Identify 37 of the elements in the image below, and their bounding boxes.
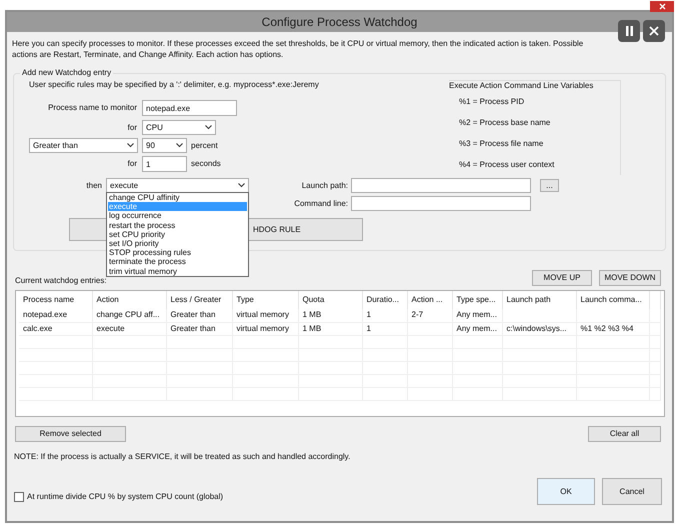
field-label: Launch path: — [302, 180, 348, 190]
panel-title: Execute Action Command Line Variables — [449, 81, 594, 90]
field-label: for — [128, 122, 137, 132]
variable-text: %2 = Process base name — [459, 118, 550, 127]
variable-text: %3 = Process file name — [459, 139, 544, 148]
table-cell: 1 MB — [298, 309, 362, 322]
table-cell: Any mem... — [452, 322, 502, 335]
hint-text: User specific rules may be specified by a ':' delimiter, e.g. myprocess*.exe:Jeremy — [29, 80, 319, 89]
checkbox-label: At runtime divide CPU % by system CPU count (global) — [27, 491, 224, 503]
field-label: Command line: — [294, 198, 348, 208]
table-cell: Any mem... — [452, 309, 502, 322]
table-cell: execute — [92, 322, 166, 335]
table-cell: %1 %2 %3 %4 — [576, 322, 649, 335]
description-text: Here you can specify processes to monitor. If these processes exceed the set thresholds, be it CPU or virtual memory, then the indicated action is taken. Possible actions are Restart, Terminate, and Change Affinity. Each action has options. — [12, 38, 584, 60]
section-label: Current watchdog entries: — [15, 275, 107, 287]
table-cell: virtual memory — [232, 322, 298, 335]
field-label: then — [86, 181, 102, 190]
table-cell: Greater than — [166, 309, 232, 322]
field-label: for — [128, 159, 137, 168]
table-cell: 1 MB — [298, 322, 362, 335]
table-cell: calc.exe — [19, 322, 92, 335]
variable-text: %1 = Process PID — [459, 97, 524, 106]
table-cell: notepad.exe — [19, 309, 92, 322]
group-title: Add new Watchdog entry — [22, 68, 112, 77]
table-cell: 1 — [362, 322, 407, 335]
variable-text: %4 = Process user context — [459, 160, 554, 169]
field-label: Process name to monitor — [48, 103, 137, 112]
table-cell: change CPU aff... — [92, 309, 166, 322]
table-cell: Greater than — [166, 322, 232, 335]
unit-label: percent — [191, 140, 218, 152]
table-cell: 2-7 — [407, 309, 452, 322]
window-title: Configure Process Watchdog — [262, 14, 418, 31]
table-cell: virtual memory — [232, 309, 298, 322]
table-cell: 1 — [362, 309, 407, 322]
table-cell: c:\windows\sys... — [502, 322, 576, 335]
note-text: NOTE: If the process is actually a SERVICE, it will be treated as such and handled accordingly. — [14, 451, 352, 463]
unit-label: seconds — [191, 158, 221, 170]
